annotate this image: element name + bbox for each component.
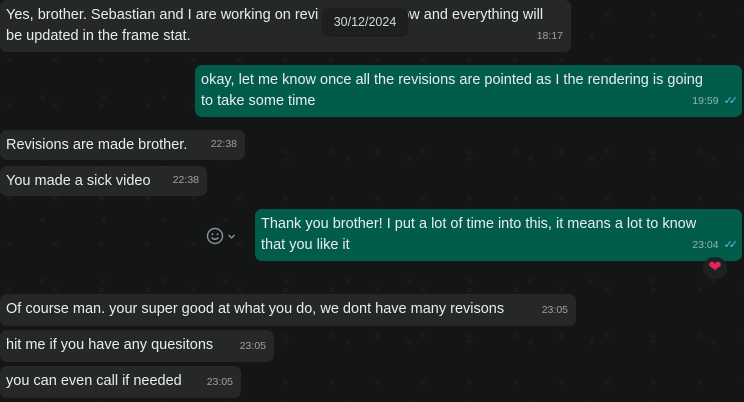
message-text-line2: to take some time [201, 93, 316, 109]
message-time: 19:59 ✓✓ [692, 91, 739, 112]
message-text: Revisions are made brother. [6, 137, 188, 153]
message-bubble-incoming[interactable]: Revisions are made brother. 22:38 [0, 130, 245, 160]
message-text: okay, let me know once all the revisions… [201, 72, 703, 88]
message-time: 23:05 [206, 376, 233, 388]
chevron-down-icon [228, 234, 235, 239]
react-button[interactable] [206, 226, 242, 246]
message-time: 22:38 [210, 138, 237, 150]
message-text: You made a sick video [6, 173, 151, 189]
message-time: 23:05 [239, 340, 266, 352]
message-text: Yes, brother. Sebastian and I are workin… [6, 7, 544, 23]
message-text-line2: be updated in the frame stat. [6, 28, 191, 44]
message-bubble-incoming[interactable]: you can even call if needed 23:05 [0, 366, 241, 398]
double-check-icon: ✓✓ [723, 95, 739, 107]
reaction-badge[interactable]: ❤ [703, 257, 727, 279]
message-text: hit me if you have any quesitons [6, 337, 214, 353]
message-text-line2: that you like it [261, 237, 350, 253]
message-text: you can even call if needed [6, 373, 182, 389]
message-time: 23:05 [541, 304, 568, 316]
message-bubble-outgoing[interactable]: Thank you brother! I put a lot of time i… [255, 209, 742, 261]
message-bubble-incoming[interactable]: hit me if you have any quesitons 23:05 [0, 330, 274, 362]
message-time: 23:04 ✓✓ [692, 235, 739, 256]
message-bubble-incoming[interactable]: Yes, brother. Sebastian and I are workin… [0, 0, 571, 52]
message-bubble-incoming[interactable]: Of course man. your super good at what y… [0, 294, 576, 326]
emoji-icon [206, 227, 224, 245]
heart-icon: ❤ [708, 259, 722, 276]
message-bubble-outgoing[interactable]: okay, let me know once all the revisions… [195, 65, 742, 117]
double-check-icon: ✓✓ [723, 239, 739, 251]
message-time: 18:17 [536, 30, 563, 42]
message-time: 22:38 [172, 174, 199, 186]
message-text: Of course man. your super good at what y… [6, 301, 505, 317]
message-bubble-incoming[interactable]: You made a sick video 22:38 [0, 166, 207, 196]
message-text: Thank you brother! I put a lot of time i… [261, 216, 697, 232]
date-pill: 30/12/2024 [322, 8, 408, 35]
